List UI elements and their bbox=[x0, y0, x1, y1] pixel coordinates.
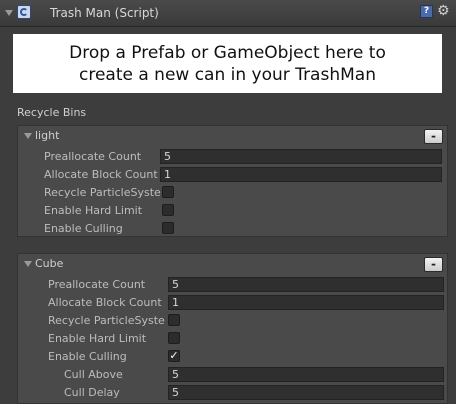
preallocate-count-field[interactable]: 5 bbox=[168, 277, 444, 292]
csharp-script-icon bbox=[17, 5, 31, 19]
prefab-drop-zone[interactable]: Drop a Prefab or GameObject here to crea… bbox=[13, 34, 442, 93]
enable-culling-label: Enable Culling bbox=[48, 350, 127, 363]
recycle-particle-system-row: Recycle ParticleSyste bbox=[44, 185, 444, 201]
cull-delay-row: Cull Delay 5 bbox=[64, 385, 444, 401]
enable-culling-row: Enable Culling bbox=[44, 221, 444, 237]
preallocate-count-label: Preallocate Count bbox=[44, 150, 142, 163]
allocate-block-count-label: Allocate Block Count bbox=[48, 296, 162, 309]
cull-above-row: Cull Above 5 bbox=[64, 367, 444, 383]
bin-header[interactable]: Cube - bbox=[18, 254, 447, 274]
allocate-block-count-field[interactable]: 1 bbox=[168, 295, 444, 310]
preallocate-count-field[interactable]: 5 bbox=[160, 149, 442, 164]
drop-zone-line-1: Drop a Prefab or GameObject here to bbox=[69, 42, 386, 63]
component-title: Trash Man (Script) bbox=[50, 6, 159, 20]
cull-above-label: Cull Above bbox=[64, 368, 123, 381]
allocate-block-count-row: Allocate Block Count 1 bbox=[44, 167, 444, 183]
bin-header[interactable]: light - bbox=[18, 126, 447, 146]
cull-above-field[interactable]: 5 bbox=[168, 367, 444, 382]
preallocate-count-label: Preallocate Count bbox=[48, 278, 146, 291]
enable-culling-checkbox[interactable] bbox=[162, 222, 174, 234]
recycle-particle-system-label: Recycle ParticleSyste bbox=[48, 314, 165, 327]
enable-hard-limit-checkbox[interactable] bbox=[168, 332, 180, 344]
recycle-particle-system-row: Recycle ParticleSyste bbox=[48, 313, 444, 329]
enable-hard-limit-label: Enable Hard Limit bbox=[48, 332, 147, 345]
gear-icon[interactable]: ⚙ bbox=[437, 3, 450, 19]
recycle-bin-light: light - Preallocate Count 5 Allocate Blo… bbox=[17, 125, 448, 237]
enable-hard-limit-label: Enable Hard Limit bbox=[44, 204, 143, 217]
recycle-bins-label: Recycle Bins bbox=[17, 106, 87, 119]
recycle-particle-system-checkbox[interactable] bbox=[162, 186, 174, 198]
bin-foldout-arrow[interactable] bbox=[24, 261, 32, 267]
recycle-bin-cube: Cube - Preallocate Count 5 Allocate Bloc… bbox=[17, 253, 448, 404]
drop-zone-line-2: create a new can in your TrashMan bbox=[78, 64, 376, 85]
component-header: Trash Man (Script) ? ⚙ bbox=[0, 0, 456, 27]
enable-culling-row: Enable Culling ✓ bbox=[48, 349, 444, 365]
recycle-particle-system-label: Recycle ParticleSyste bbox=[44, 186, 161, 199]
cull-delay-label: Cull Delay bbox=[64, 386, 120, 399]
remove-bin-button[interactable]: - bbox=[424, 257, 443, 272]
bin-foldout-arrow[interactable] bbox=[24, 133, 32, 139]
cull-delay-field[interactable]: 5 bbox=[168, 385, 444, 400]
recycle-particle-system-checkbox[interactable] bbox=[168, 314, 180, 326]
allocate-block-count-field[interactable]: 1 bbox=[160, 167, 442, 182]
preallocate-count-row: Preallocate Count 5 bbox=[44, 149, 444, 165]
bin-name: Cube bbox=[35, 257, 64, 270]
allocate-block-count-row: Allocate Block Count 1 bbox=[48, 295, 444, 311]
preallocate-count-row: Preallocate Count 5 bbox=[48, 277, 444, 293]
enable-hard-limit-checkbox[interactable] bbox=[162, 204, 174, 216]
bin-name: light bbox=[35, 129, 60, 142]
enable-hard-limit-row: Enable Hard Limit bbox=[48, 331, 444, 347]
enable-hard-limit-row: Enable Hard Limit bbox=[44, 203, 444, 219]
remove-bin-button[interactable]: - bbox=[424, 129, 443, 144]
allocate-block-count-label: Allocate Block Count bbox=[44, 168, 158, 181]
enable-culling-label: Enable Culling bbox=[44, 222, 123, 235]
help-icon[interactable]: ? bbox=[420, 5, 433, 18]
component-foldout-arrow[interactable] bbox=[5, 10, 13, 16]
enable-culling-checkbox[interactable]: ✓ bbox=[168, 350, 180, 362]
